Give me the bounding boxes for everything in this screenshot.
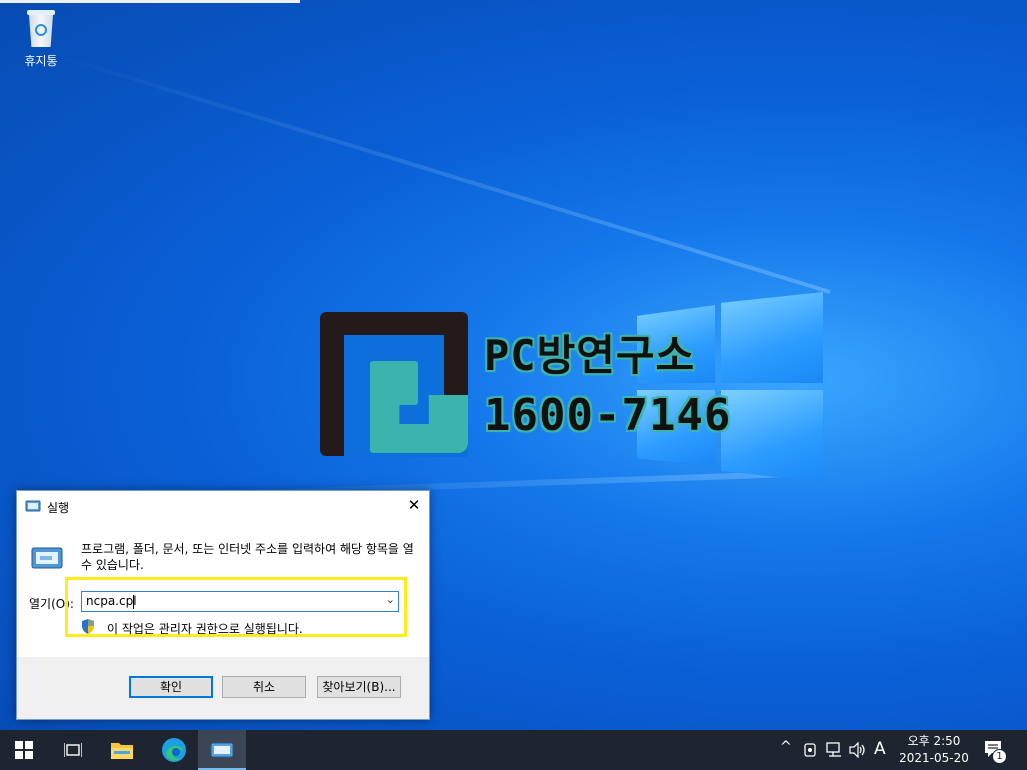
chevron-down-icon[interactable]: ⌄ bbox=[386, 593, 395, 606]
browse-button[interactable]: 찾아보기(B)... bbox=[317, 676, 401, 698]
start-icon bbox=[15, 741, 33, 759]
run-large-icon bbox=[31, 547, 63, 569]
ok-button[interactable]: 확인 bbox=[129, 676, 213, 698]
admin-note: 이 작업은 관리자 권한으로 실행됩니다. bbox=[107, 622, 303, 636]
recycle-bin[interactable]: 휴지통 bbox=[18, 10, 64, 69]
tray-chevron-icon[interactable]: ^ bbox=[780, 739, 792, 755]
recycle-bin-label: 휴지통 bbox=[24, 54, 58, 68]
start-button[interactable] bbox=[0, 730, 48, 770]
run-taskbar-button[interactable] bbox=[198, 730, 246, 770]
volume-icon[interactable] bbox=[849, 742, 867, 758]
cancel-button[interactable]: 취소 bbox=[222, 676, 306, 698]
run-dialog: 실행 ✕ 프로그램, 폴더, 문서, 또는 인터넷 주소를 입력하여 해당 항목… bbox=[16, 490, 430, 720]
run-titlebar[interactable]: 실행 ✕ bbox=[17, 491, 429, 521]
task-view-icon bbox=[64, 743, 82, 757]
taskbar: ^ A 오후 2:50 2021-05-20 1 bbox=[0, 730, 1027, 770]
recycle-bin-icon bbox=[25, 10, 57, 48]
windows-logo-pane bbox=[721, 390, 823, 482]
edge-icon bbox=[162, 738, 186, 762]
clock[interactable]: 오후 2:50 2021-05-20 bbox=[896, 733, 972, 767]
windows-logo-pane bbox=[721, 292, 823, 383]
ime-indicator[interactable]: A bbox=[874, 739, 886, 759]
file-explorer-button[interactable] bbox=[98, 730, 146, 770]
uac-shield-icon bbox=[82, 619, 94, 634]
file-explorer-icon bbox=[111, 743, 133, 759]
open-input-value: ncpa.cpl bbox=[86, 594, 137, 608]
watermark-brand: PC방연구소 bbox=[484, 331, 696, 380]
open-combobox[interactable]: ncpa.cpl ⌄ bbox=[81, 591, 399, 612]
network-icon[interactable] bbox=[826, 742, 844, 758]
top-strip bbox=[0, 0, 300, 3]
clock-time: 오후 2:50 bbox=[907, 734, 961, 748]
watermark-phone: 1600-7146 bbox=[484, 390, 732, 441]
meet-now-icon[interactable] bbox=[803, 742, 817, 758]
run-taskbar-icon bbox=[210, 742, 234, 758]
run-description: 프로그램, 폴더, 문서, 또는 인터넷 주소를 입력하여 해당 항목을 열 수… bbox=[81, 542, 414, 572]
text-caret bbox=[133, 595, 134, 609]
notification-center-button[interactable]: 1 bbox=[984, 740, 1007, 764]
run-icon bbox=[25, 500, 41, 512]
light-beam bbox=[45, 50, 831, 294]
edge-button[interactable] bbox=[150, 730, 198, 770]
clock-date: 2021-05-20 bbox=[899, 751, 969, 765]
close-icon[interactable]: ✕ bbox=[399, 491, 429, 521]
notification-badge: 1 bbox=[992, 749, 1007, 764]
task-view-button[interactable] bbox=[48, 730, 96, 770]
run-title: 실행 bbox=[47, 501, 70, 515]
